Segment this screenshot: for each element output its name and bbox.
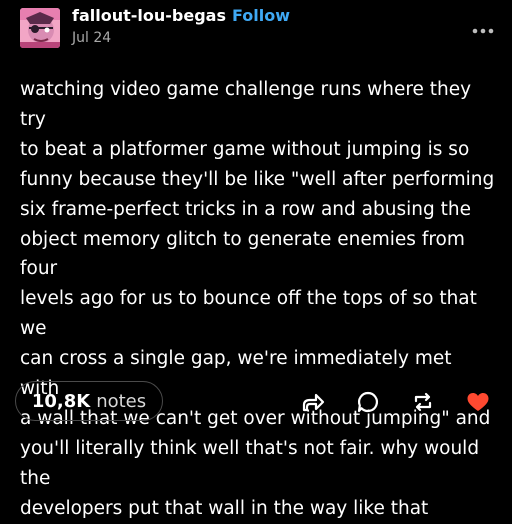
notes-count: 10,8K xyxy=(31,390,91,412)
post-body: watching video game challenge runs where… xyxy=(20,79,495,519)
avatar[interactable] xyxy=(20,8,60,48)
author-name[interactable]: fallout-lou-begas xyxy=(72,6,226,25)
reply-icon[interactable] xyxy=(355,389,381,415)
reblog-icon[interactable] xyxy=(410,389,436,415)
post-card: fallout-lou-begas Follow Jul 24 watching … xyxy=(0,0,512,519)
share-icon[interactable] xyxy=(300,389,326,415)
author-row: fallout-lou-begas Follow xyxy=(72,6,290,25)
notes-label: notes xyxy=(96,390,147,412)
notes-button[interactable]: 10,8K notes xyxy=(15,381,163,421)
more-options-icon[interactable] xyxy=(472,20,494,34)
like-icon[interactable] xyxy=(465,389,491,415)
follow-button[interactable]: Follow xyxy=(232,6,290,25)
post-date[interactable]: Jul 24 xyxy=(72,30,111,46)
